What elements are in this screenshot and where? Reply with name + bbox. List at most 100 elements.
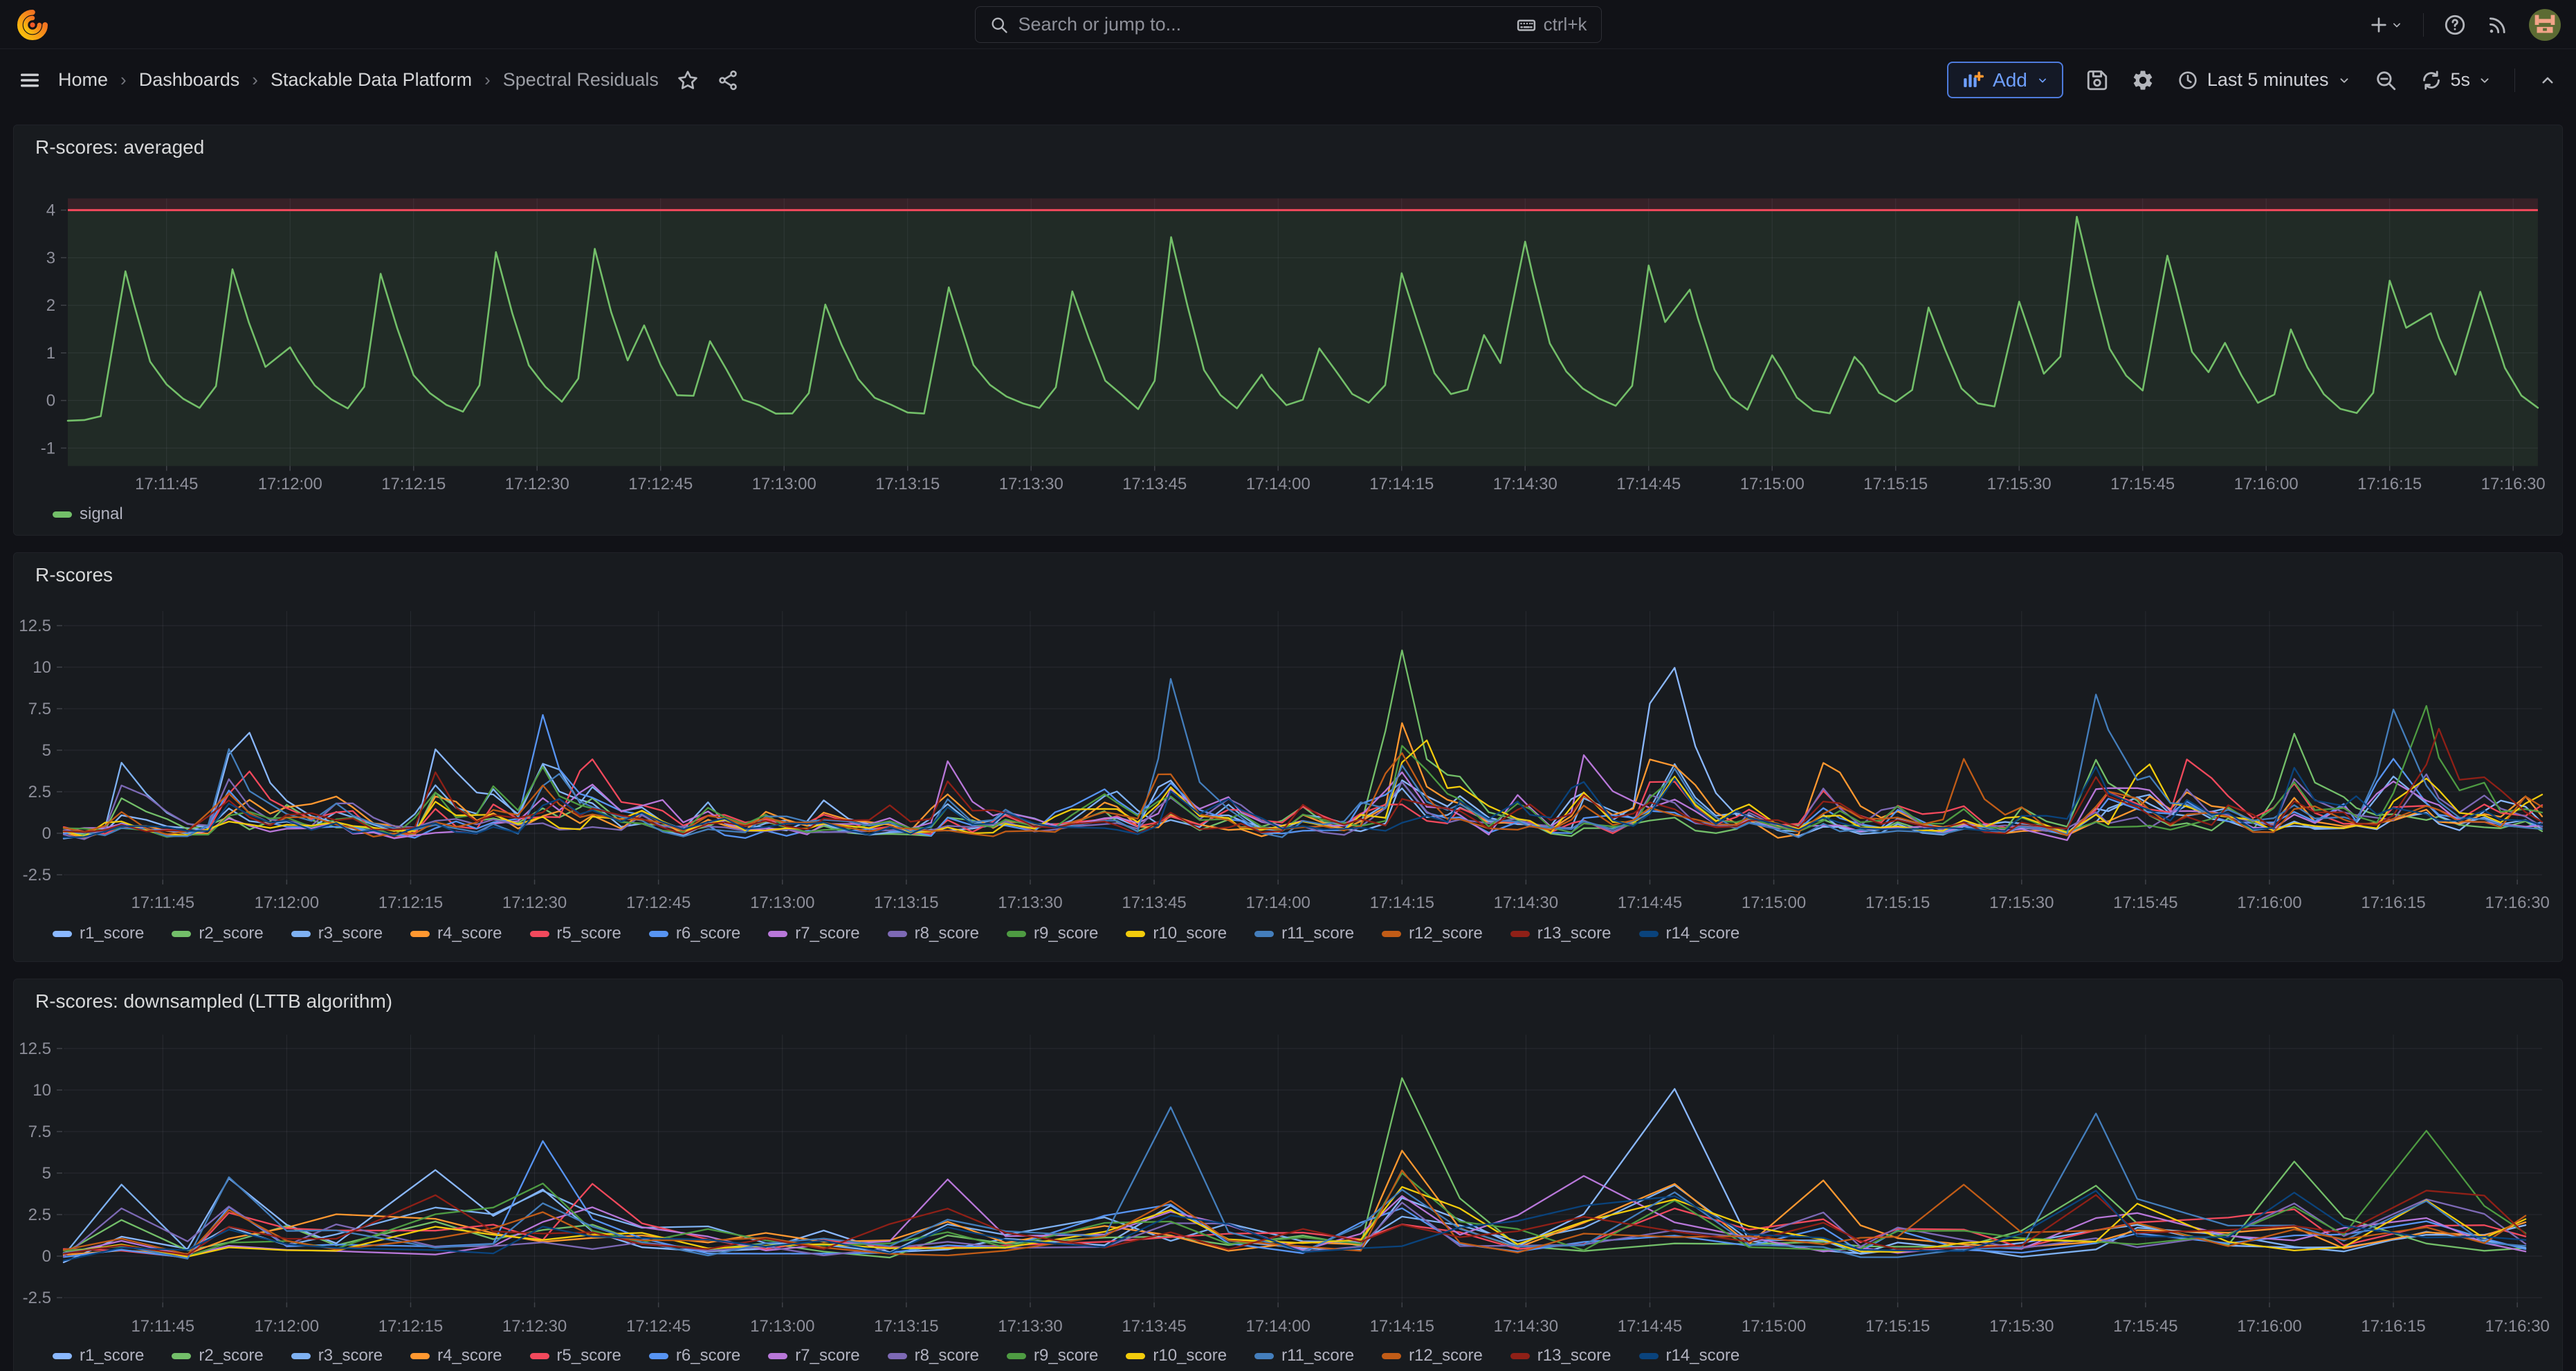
legend-item-r14_score[interactable]: r14_score: [1639, 1346, 1740, 1365]
favorite-star-button[interactable]: [677, 69, 699, 91]
legend-item-r12_score[interactable]: r12_score: [1382, 1346, 1483, 1365]
x-tick-label: 17:16:15: [2361, 893, 2425, 912]
x-tick-label: 17:16:00: [2234, 475, 2299, 493]
dashboard-actions: [677, 69, 739, 91]
legend-label: r12_score: [1409, 1346, 1483, 1365]
legend-label: r11_score: [1281, 924, 1354, 943]
x-tick-label: 17:12:00: [258, 475, 322, 493]
x-tick-label: 17:13:00: [752, 475, 816, 493]
hamburger-icon: [18, 69, 42, 92]
collapse-toolbar-button[interactable]: [2537, 70, 2558, 91]
rscores-downsampled-chart[interactable]: -2.502.557.51012.517:11:4517:12:0017:12:…: [14, 979, 2564, 1371]
y-tick-label: 0: [46, 392, 55, 410]
legend-item-r6_score[interactable]: r6_score: [649, 924, 740, 943]
legend-item-r7_score[interactable]: r7_score: [768, 924, 859, 943]
legend-swatch: [1510, 931, 1530, 937]
x-tick-label: 17:11:45: [131, 1317, 194, 1336]
user-avatar[interactable]: [2529, 9, 2561, 41]
x-tick-label: 17:16:30: [2485, 1317, 2549, 1336]
breadcrumb-dashboards[interactable]: Dashboards: [139, 69, 240, 91]
gear-icon: [2131, 69, 2155, 92]
x-tick-label: 17:12:15: [378, 1317, 443, 1336]
legend-item-r2_score[interactable]: r2_score: [172, 924, 263, 943]
legend-item-r2_score[interactable]: r2_score: [172, 1346, 263, 1365]
legend-item-r5_score[interactable]: r5_score: [530, 1346, 621, 1365]
new-plus-button[interactable]: [2368, 14, 2404, 36]
grafana-logo-icon[interactable]: [17, 9, 48, 41]
y-tick-label: 5: [42, 1164, 51, 1183]
legend-item-r11_score[interactable]: r11_score: [1254, 924, 1354, 943]
legend-swatch: [1126, 1353, 1145, 1359]
legend-label: r1_score: [80, 1346, 144, 1365]
threshold-region-above: [68, 199, 2538, 210]
x-tick-label: 17:15:45: [2113, 1317, 2177, 1336]
x-tick-label: 17:15:30: [1987, 475, 2052, 493]
zoom-out-time-button[interactable]: [2374, 69, 2397, 92]
breadcrumb-separator: ›: [252, 69, 258, 91]
x-tick-label: 17:14:45: [1616, 475, 1681, 493]
add-panel-button[interactable]: Add: [1947, 62, 2063, 98]
legend-item-r10_score[interactable]: r10_score: [1126, 1346, 1227, 1365]
legend-item-r9_score[interactable]: r9_score: [1007, 924, 1098, 943]
x-tick-label: 17:13:00: [750, 1317, 814, 1336]
legend-item-r1_score[interactable]: r1_score: [53, 924, 144, 943]
keyboard-icon: [1516, 15, 1537, 35]
news-button[interactable]: [2486, 13, 2510, 37]
breadcrumb-current-dashboard: Spectral Residuals: [503, 69, 659, 91]
time-range-picker[interactable]: Last 5 minutes: [2177, 69, 2353, 91]
chevron-down-icon: [2390, 18, 2404, 32]
legend-item-r1_score[interactable]: r1_score: [53, 1346, 144, 1365]
legend-item-r9_score[interactable]: r9_score: [1007, 1346, 1098, 1365]
legend-item-r5_score[interactable]: r5_score: [530, 924, 621, 943]
add-button-label: Add: [1993, 69, 2027, 91]
share-button[interactable]: [717, 69, 739, 91]
legend-swatch: [410, 1353, 430, 1359]
legend-item-r8_score[interactable]: r8_score: [888, 1346, 979, 1365]
legend-item-r7_score[interactable]: r7_score: [768, 1346, 859, 1365]
dashboard-settings-button[interactable]: [2131, 69, 2155, 92]
save-dashboard-button[interactable]: [2085, 69, 2109, 92]
x-tick-label: 17:13:15: [875, 475, 940, 493]
breadcrumb-home[interactable]: Home: [58, 69, 108, 91]
legend-item-r3_score[interactable]: r3_score: [291, 924, 383, 943]
legend-swatch: [410, 931, 430, 937]
mega-menu-toggle[interactable]: [18, 69, 42, 92]
search-input[interactable]: Search or jump to... ctrl+k: [975, 6, 1602, 43]
x-tick-label: 17:13:45: [1122, 1317, 1186, 1336]
legend-item-r8_score[interactable]: r8_score: [888, 924, 979, 943]
y-tick-label: 12.5: [19, 1039, 51, 1058]
legend-item-r4_score[interactable]: r4_score: [410, 924, 502, 943]
legend-item-r11_score[interactable]: r11_score: [1254, 1346, 1354, 1365]
x-tick-label: 17:16:30: [2481, 475, 2546, 493]
legend-item-r13_score[interactable]: r13_score: [1510, 924, 1611, 943]
legend-swatch: [291, 1353, 311, 1359]
rscores-chart[interactable]: -2.502.557.51012.517:11:4517:12:0017:12:…: [14, 553, 2564, 963]
x-tick-label: 17:14:15: [1370, 893, 1434, 912]
refresh-interval-label[interactable]: 5s: [2450, 69, 2470, 91]
legend-item-r10_score[interactable]: r10_score: [1126, 924, 1227, 943]
legend-swatch: [1254, 1353, 1274, 1359]
legend-item-r13_score[interactable]: r13_score: [1510, 1346, 1611, 1365]
legend-item-r4_score[interactable]: r4_score: [410, 1346, 502, 1365]
legend-item-r14_score[interactable]: r14_score: [1639, 924, 1740, 943]
legend-item-r3_score[interactable]: r3_score: [291, 1346, 383, 1365]
x-tick-label: 17:12:45: [626, 893, 691, 912]
legend-item-r6_score[interactable]: r6_score: [649, 1346, 740, 1365]
toolbar-divider: [2514, 69, 2515, 92]
rscores-averaged-chart[interactable]: -10123417:11:4517:12:0017:12:1517:12:301…: [14, 125, 2564, 535]
legend-label: r4_score: [437, 924, 502, 943]
legend-label: r8_score: [915, 924, 979, 943]
x-tick-label: 17:15:45: [2113, 893, 2177, 912]
legend-swatch: [1007, 931, 1026, 937]
legend-item-r12_score[interactable]: r12_score: [1382, 924, 1483, 943]
legend-label: r4_score: [437, 1346, 502, 1365]
legend-item-signal[interactable]: signal: [53, 505, 123, 524]
breadcrumb: Home › Dashboards › Stackable Data Platf…: [58, 69, 659, 91]
breadcrumb-separator: ›: [120, 69, 127, 91]
chevron-down-icon[interactable]: [2477, 73, 2492, 88]
legend-swatch: [1007, 1353, 1026, 1359]
refresh-button[interactable]: [2420, 69, 2443, 92]
breadcrumb-folder[interactable]: Stackable Data Platform: [271, 69, 472, 91]
legend-label: signal: [80, 505, 123, 524]
help-button[interactable]: [2443, 13, 2467, 37]
